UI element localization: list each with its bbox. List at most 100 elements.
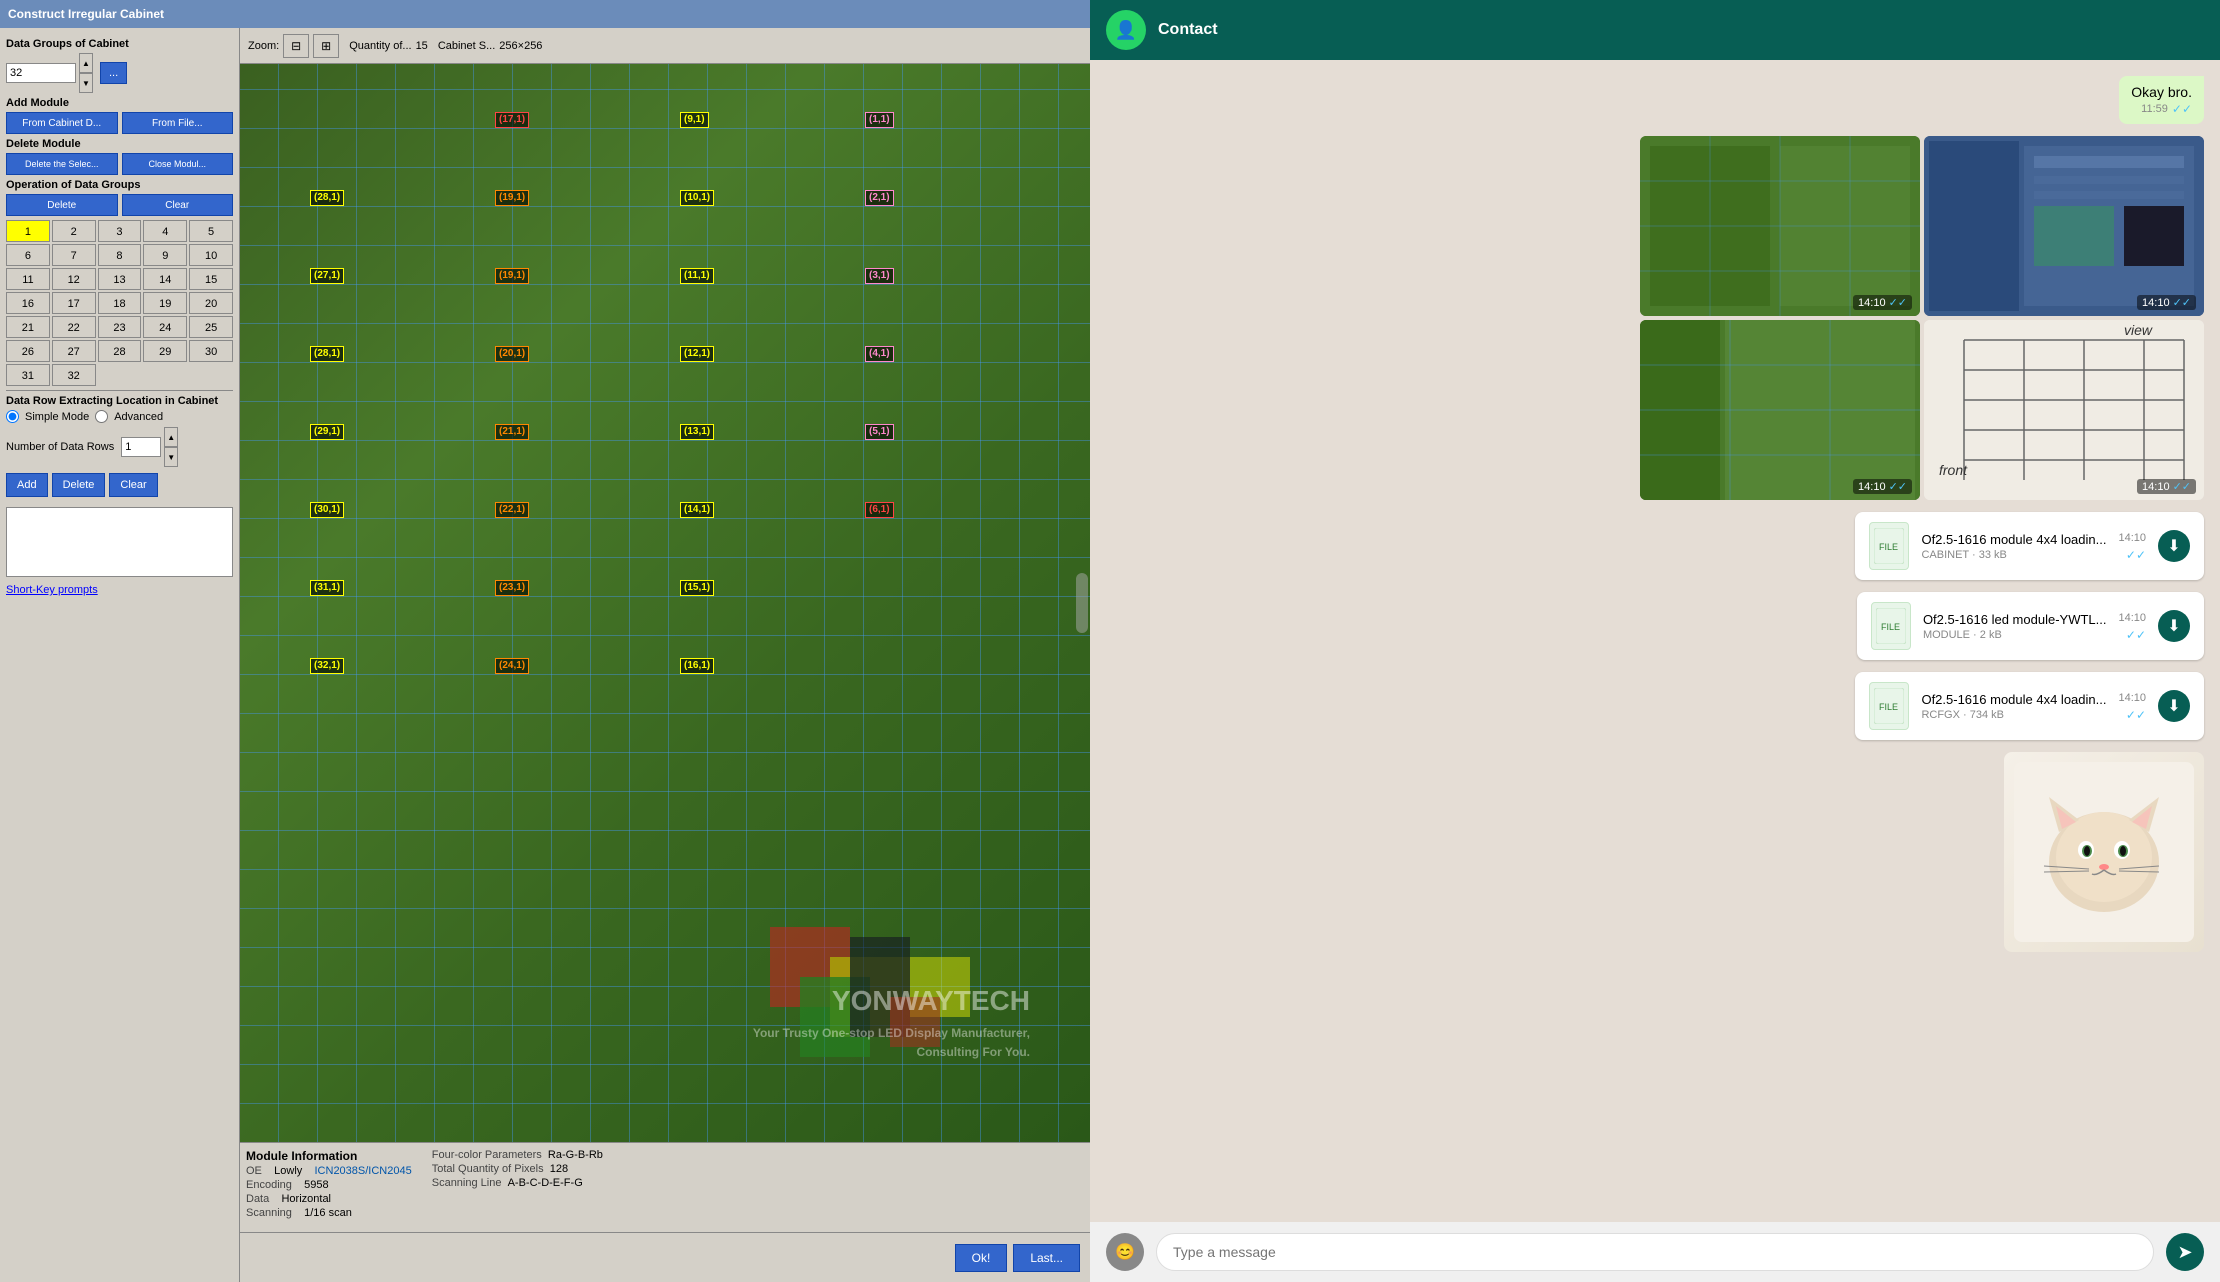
zoom-out-btn[interactable]: ⊟ — [283, 34, 309, 58]
watermark-line2: Consulting For You. — [753, 1043, 1030, 1062]
grid-label-11: (1,1) — [865, 112, 894, 128]
cabinet-size-label: Cabinet S... — [438, 40, 495, 52]
simple-mode-radio[interactable] — [6, 410, 19, 423]
num-cell-22[interactable]: 22 — [52, 316, 96, 338]
num-cell-1[interactable]: 1 — [6, 220, 50, 242]
last-btn[interactable]: Last... — [1013, 1244, 1080, 1272]
grid-label-151: (15,1) — [680, 580, 714, 596]
num-cell-16[interactable]: 16 — [6, 292, 50, 314]
num-cell-17[interactable]: 17 — [52, 292, 96, 314]
operation-clear-btn[interactable]: Clear — [122, 194, 234, 216]
file-check-1: ✓✓ — [2126, 548, 2146, 562]
close-module-btn[interactable]: Close Modul... — [122, 153, 234, 175]
watermark: YONWAYTECH Your Trusty One-stop LED Disp… — [753, 979, 1030, 1062]
num-cell-30[interactable]: 30 — [189, 340, 233, 362]
num-cell-11[interactable]: 11 — [6, 268, 50, 290]
num-cell-29[interactable]: 29 — [143, 340, 187, 362]
image-thumb-1[interactable]: 14:10 ✓✓ — [1640, 136, 1920, 316]
spin-up-btn[interactable]: ▲ — [79, 53, 93, 73]
delete-action-btn[interactable]: Delete — [52, 473, 106, 497]
file-attachment-1[interactable]: FILE Of2.5-1616 module 4x4 loadin... CAB… — [1855, 512, 2204, 580]
num-cell-3[interactable]: 3 — [98, 220, 142, 242]
advanced-radio[interactable] — [95, 410, 108, 423]
num-cell-7[interactable]: 7 — [52, 244, 96, 266]
toolbar: Zoom: ⊟ ⊞ Quantity of... 15 Cabinet S...… — [240, 28, 1090, 64]
download-btn-3[interactable]: ⬇ — [2158, 690, 2190, 722]
chat-avatar: 👤 — [1106, 10, 1146, 50]
canvas-area: Zoom: ⊟ ⊞ Quantity of... 15 Cabinet S...… — [240, 28, 1090, 1282]
num-cell-28[interactable]: 28 — [98, 340, 142, 362]
num-cell-21[interactable]: 21 — [6, 316, 50, 338]
image-thumb-4[interactable]: front view 14:10 ✓✓ — [1924, 320, 2204, 500]
file-attachment-2[interactable]: FILE Of2.5-1616 led module-YWTL... MODUL… — [1857, 592, 2204, 660]
num-cell-24[interactable]: 24 — [143, 316, 187, 338]
number-grid: 1234567891011121314151617181920212223242… — [6, 220, 233, 386]
emoji-btn[interactable]: 😊 — [1106, 1233, 1144, 1271]
num-cell-23[interactable]: 23 — [98, 316, 142, 338]
num-data-rows-input[interactable] — [121, 437, 161, 457]
img4-time: 14:10 ✓✓ — [2137, 479, 2196, 494]
scroll-thumb[interactable] — [1076, 573, 1088, 633]
chat-input-bar: 😊 ➤ — [1090, 1222, 2220, 1282]
grid-label-91: (9,1) — [680, 112, 709, 128]
data-groups-input[interactable] — [6, 63, 76, 83]
main-canvas[interactable]: (17,1)(9,1)(1,1)(28,1)(19,1)(10,1)(2,1)(… — [240, 64, 1090, 1142]
file-time-2: 14:10 — [2118, 612, 2146, 624]
add-action-btn[interactable]: Add — [6, 473, 48, 497]
file-attachment-3[interactable]: FILE Of2.5-1616 module 4x4 loadin... RCF… — [1855, 672, 2204, 740]
apply-btn[interactable]: ... — [100, 62, 127, 84]
from-cabinet-btn[interactable]: From Cabinet D... — [6, 112, 118, 134]
num-cell-31[interactable]: 31 — [6, 364, 50, 386]
num-cell-14[interactable]: 14 — [143, 268, 187, 290]
num-cell-10[interactable]: 10 — [189, 244, 233, 266]
clear-action-btn[interactable]: Clear — [109, 473, 157, 497]
num-cell-5[interactable]: 5 — [189, 220, 233, 242]
rows-spin-up[interactable]: ▲ — [164, 427, 178, 447]
num-cell-4[interactable]: 4 — [143, 220, 187, 242]
chat-input[interactable] — [1156, 1233, 2154, 1271]
image-thumb-3[interactable]: 14:10 ✓✓ — [1640, 320, 1920, 500]
image-thumb-2[interactable]: 14:10 ✓✓ — [1924, 136, 2204, 316]
num-cell-2[interactable]: 2 — [52, 220, 96, 242]
file-info-1: Of2.5-1616 module 4x4 loadin... CABINET … — [1921, 532, 2106, 561]
download-btn-2[interactable]: ⬇ — [2158, 610, 2190, 642]
four-color-label: Four-color Parameters — [432, 1149, 542, 1161]
file-check-3: ✓✓ — [2126, 708, 2146, 722]
zoom-in-btn[interactable]: ⊞ — [313, 34, 339, 58]
scanning-line-value: A-B-C-D-E-F-G — [508, 1177, 583, 1189]
num-cell-9[interactable]: 9 — [143, 244, 187, 266]
grid-label-191: (19,1) — [495, 190, 529, 206]
ok-btn[interactable]: Ok! — [955, 1244, 1008, 1272]
grid-label-171: (17,1) — [495, 112, 529, 128]
num-cell-19[interactable]: 19 — [143, 292, 187, 314]
num-cell-20[interactable]: 20 — [189, 292, 233, 314]
svg-text:FILE: FILE — [1879, 702, 1898, 712]
file-meta-2: MODULE · 2 kB — [1923, 629, 2107, 641]
from-file-btn[interactable]: From File... — [122, 112, 234, 134]
send-btn[interactable]: ➤ — [2166, 1233, 2204, 1271]
simple-mode-label: Simple Mode — [25, 411, 89, 423]
spin-down-btn[interactable]: ▼ — [79, 73, 93, 93]
delete-by-select-btn[interactable]: Delete the Selec... — [6, 153, 118, 175]
image-grid[interactable]: 14:10 ✓✓ — [1640, 136, 2204, 500]
num-cell-8[interactable]: 8 — [98, 244, 142, 266]
num-cell-15[interactable]: 15 — [189, 268, 233, 290]
encoding-value: 5958 — [304, 1179, 328, 1191]
num-cell-13[interactable]: 13 — [98, 268, 142, 290]
num-cell-25[interactable]: 25 — [189, 316, 233, 338]
notes-textarea[interactable] — [6, 507, 233, 577]
num-cell-12[interactable]: 12 — [52, 268, 96, 290]
short-key-link[interactable]: Short-Key prompts — [6, 584, 98, 596]
num-data-rows-label: Number of Data Rows — [6, 441, 114, 453]
rows-spin-down[interactable]: ▼ — [164, 447, 178, 467]
svg-text:FILE: FILE — [1879, 542, 1898, 552]
num-cell-6[interactable]: 6 — [6, 244, 50, 266]
num-cell-32[interactable]: 32 — [52, 364, 96, 386]
oe-value: Lowly — [274, 1165, 302, 1177]
num-cell-26[interactable]: 26 — [6, 340, 50, 362]
num-cell-27[interactable]: 27 — [52, 340, 96, 362]
brand-watermark: YONWAYTECH — [753, 979, 1030, 1024]
operation-delete-btn[interactable]: Delete — [6, 194, 118, 216]
num-cell-18[interactable]: 18 — [98, 292, 142, 314]
download-btn-1[interactable]: ⬇ — [2158, 530, 2190, 562]
